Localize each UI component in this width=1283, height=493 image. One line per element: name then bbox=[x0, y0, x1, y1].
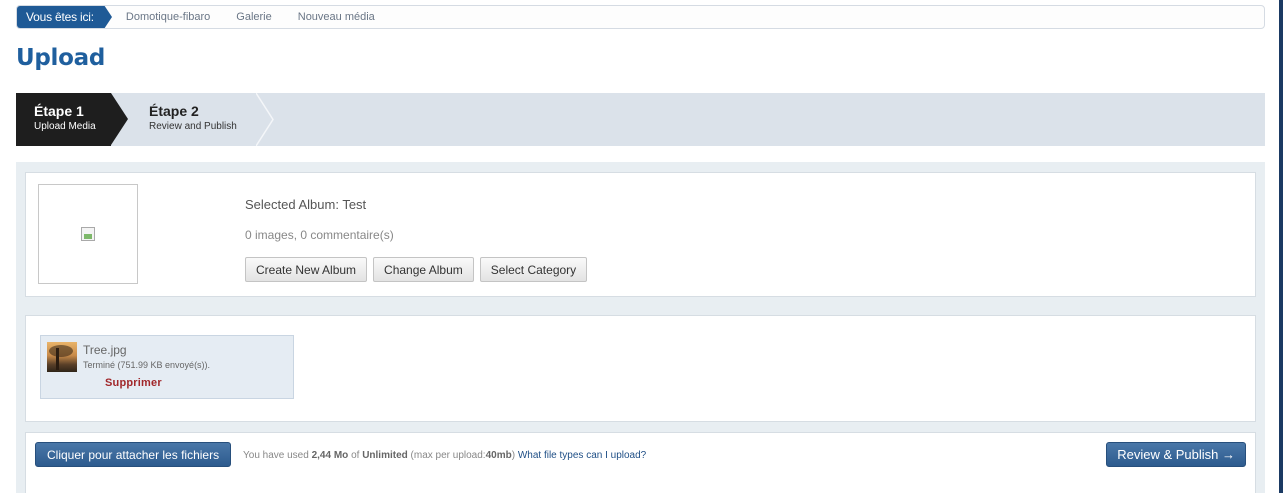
steps-bar: Étape 1 Upload Media Étape 2 Review and … bbox=[16, 93, 1265, 146]
select-category-button[interactable]: Select Category bbox=[479, 257, 588, 282]
create-album-button[interactable]: Create New Album bbox=[245, 257, 368, 282]
window-edge bbox=[1279, 0, 1283, 493]
file-item: Tree.jpg Terminé (751.99 KB envoyé(s)). … bbox=[40, 335, 294, 399]
page-title: Upload bbox=[16, 45, 106, 71]
usage-limit: Unlimited bbox=[362, 450, 408, 461]
breadcrumb-item-domotique[interactable]: Domotique-fibaro bbox=[126, 11, 210, 23]
file-types-help-link[interactable]: What file types can I upload? bbox=[518, 450, 646, 461]
broken-image-icon bbox=[81, 227, 95, 241]
step-1: Étape 1 Upload Media bbox=[16, 93, 128, 146]
usage-max: 40mb bbox=[485, 450, 512, 461]
upload-container: Selected Album: Test 0 images, 0 comment… bbox=[16, 162, 1265, 493]
album-count-label: 0 images, 0 commentaire(s) bbox=[245, 228, 394, 242]
step-2-subtitle: Review and Publish bbox=[149, 121, 237, 132]
file-thumbnail bbox=[47, 342, 77, 372]
step-2-title: Étape 2 bbox=[149, 103, 199, 119]
action-panel: Cliquer pour attacher les fichiers You h… bbox=[25, 432, 1256, 493]
file-status: Terminé (751.99 KB envoyé(s)). bbox=[83, 360, 211, 370]
usage-of: of bbox=[351, 450, 360, 461]
delete-file-link[interactable]: Supprimer bbox=[105, 377, 162, 389]
album-buttons: Create New Album Change Album Select Cat… bbox=[245, 257, 588, 282]
change-album-button[interactable]: Change Album bbox=[373, 257, 474, 282]
step-2: Étape 2 Review and Publish bbox=[149, 93, 237, 146]
usage-max-suffix: ) bbox=[511, 450, 516, 461]
breadcrumb: Vous êtes ici: Domotique-fibaro Galerie … bbox=[16, 5, 1265, 29]
usage-used: 2,44 Mo bbox=[311, 450, 349, 461]
step-separator-chevron-icon bbox=[256, 93, 274, 146]
breadcrumb-item-nouveau-media[interactable]: Nouveau média bbox=[298, 11, 375, 23]
breadcrumb-here-label: Vous êtes ici: bbox=[17, 6, 112, 28]
file-name: Tree.jpg bbox=[83, 343, 127, 357]
album-cover bbox=[38, 184, 138, 284]
step-1-title: Étape 1 bbox=[34, 103, 84, 119]
breadcrumb-item-galerie[interactable]: Galerie bbox=[236, 11, 271, 23]
album-panel: Selected Album: Test 0 images, 0 comment… bbox=[25, 172, 1256, 297]
attach-files-button[interactable]: Cliquer pour attacher les fichiers bbox=[35, 442, 232, 467]
files-panel: Tree.jpg Terminé (751.99 KB envoyé(s)). … bbox=[25, 315, 1256, 422]
usage-info: You have used 2,44 Mo of Unlimited (max … bbox=[243, 450, 646, 461]
usage-max-prefix: (max per upload: bbox=[410, 450, 486, 461]
selected-album-label: Selected Album: Test bbox=[245, 197, 367, 212]
step-1-subtitle: Upload Media bbox=[34, 121, 96, 132]
usage-prefix: You have used bbox=[243, 450, 309, 461]
review-publish-button[interactable]: Review & Publish → bbox=[1106, 442, 1246, 467]
